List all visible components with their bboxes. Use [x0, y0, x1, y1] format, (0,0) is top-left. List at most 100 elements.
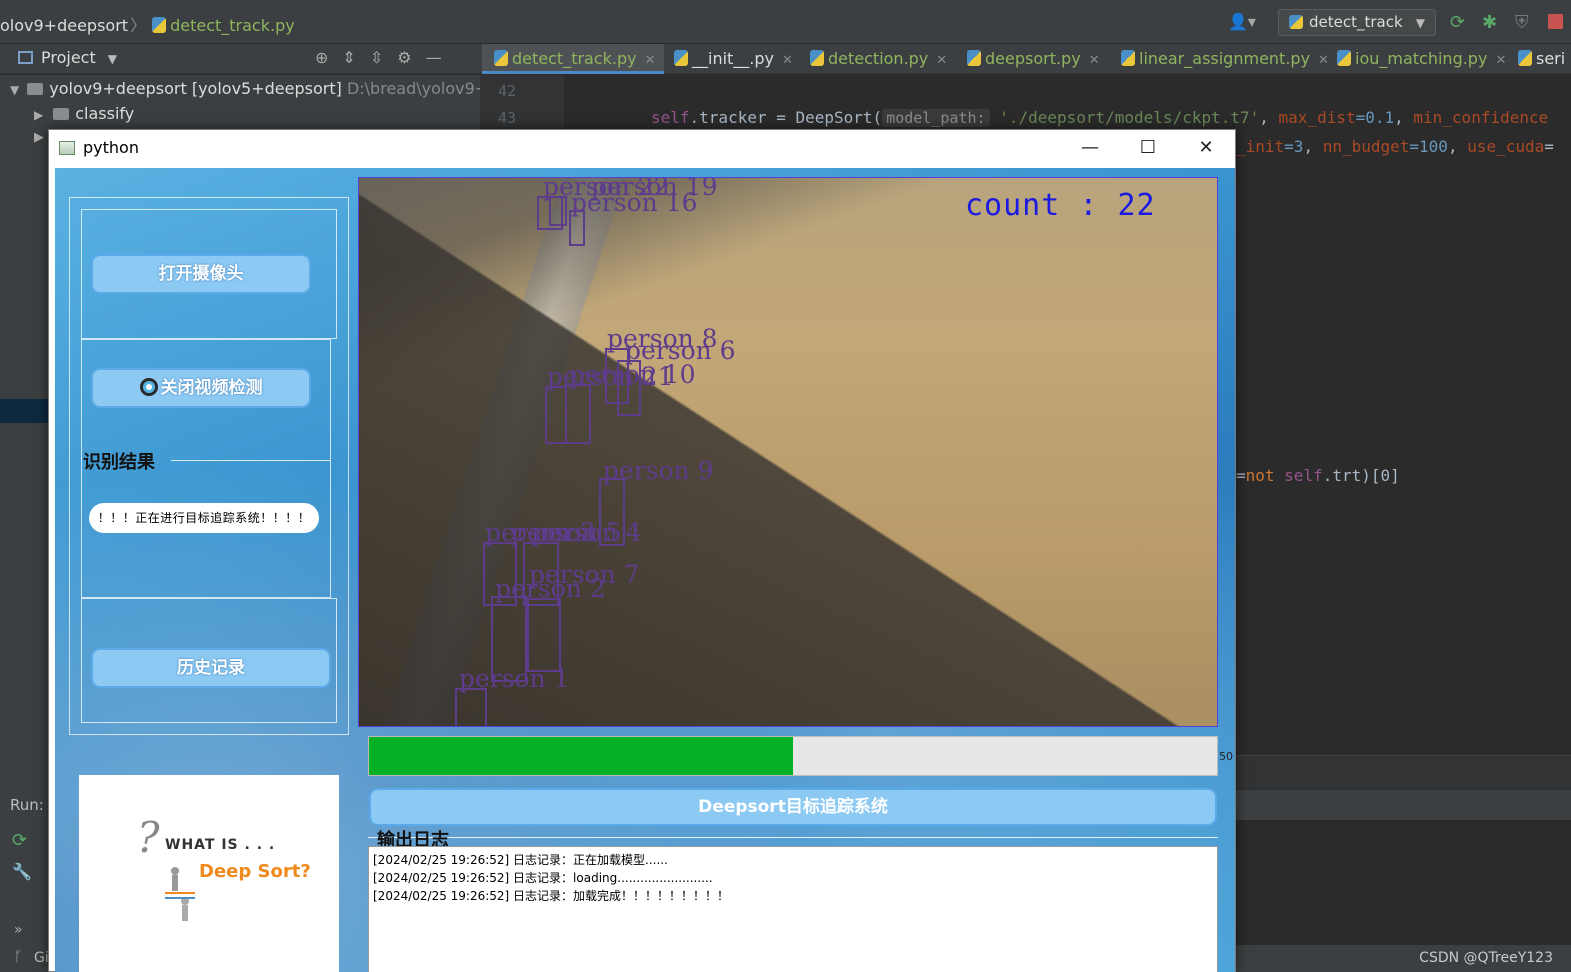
folder-icon	[27, 83, 44, 95]
tab-init[interactable]: __init__.py ✕	[662, 44, 801, 74]
system-title-banner[interactable]: Deepsort目标追踪系统	[369, 788, 1217, 826]
minimize-button[interactable]: —	[1067, 134, 1113, 162]
result-group-title: 识别结果	[83, 452, 155, 473]
button-label: 关闭视频检测	[160, 378, 263, 398]
tab-seri[interactable]: seri	[1506, 44, 1571, 74]
progress-bar	[368, 736, 1218, 776]
param-hint: model_path:	[882, 109, 990, 127]
tree-root[interactable]: ▼ yolov9+deepsort [yolov5+deepsort] D:\br…	[10, 79, 508, 98]
tab-label: seri	[1536, 49, 1566, 68]
close-icon[interactable]: ✕	[1495, 53, 1506, 68]
code-token: self	[1284, 466, 1323, 485]
window-title-bar[interactable]: python — ☐ ✕	[49, 130, 1235, 166]
git-branch-icon[interactable]: ᚴ	[14, 949, 22, 965]
close-icon[interactable]: ✕	[645, 53, 656, 68]
tab-deepsort[interactable]: deepsort.py ✕	[955, 44, 1108, 74]
run-config-dropdown[interactable]: detect_track ▼	[1278, 9, 1436, 36]
tool-tab-bar: Project ▼ ⊕⇕⇳⚙— detect_track.py ✕ __init__…	[0, 44, 1571, 74]
python-file-icon	[1518, 50, 1532, 66]
bounding-box	[565, 384, 591, 444]
rerun-icon[interactable]: ⟳	[12, 830, 27, 851]
rerun-icon[interactable]: ⟳	[1450, 12, 1465, 33]
run-config-label: detect_track	[1309, 13, 1403, 31]
locate-icon[interactable]: ⊕	[315, 48, 342, 67]
detection-label: person 16	[571, 188, 698, 217]
detection-label: person 5	[511, 518, 622, 547]
bounding-box	[455, 688, 487, 726]
project-panel-icon	[18, 51, 33, 64]
close-video-detection-button[interactable]: 关闭视频检测	[91, 368, 311, 408]
code-token: =	[1236, 466, 1246, 485]
run-label: Run:	[10, 796, 44, 814]
close-icon[interactable]: ✕	[1089, 53, 1100, 68]
python-file-icon	[674, 50, 688, 66]
wrench-icon[interactable]: 🔧	[12, 862, 32, 881]
project-tool-window-tab[interactable]: Project ▼	[18, 48, 117, 67]
code-token: .tracker = DeepSort(	[689, 108, 883, 127]
code-line-44: _init=3, nn_budget=100, use_cuda=	[1236, 137, 1554, 156]
tree-item-classify[interactable]: ▶ classify	[34, 104, 134, 123]
close-button[interactable]: ✕	[1183, 134, 1229, 162]
code-token: self	[651, 108, 690, 127]
code-token: not	[1245, 466, 1285, 485]
code-token: max_dist	[1278, 108, 1356, 127]
object-count-label: count : 22	[965, 188, 1156, 223]
editor-split-strip	[1236, 755, 1571, 789]
open-camera-button[interactable]: 打开摄像头	[91, 254, 311, 294]
editor-gutter	[480, 75, 564, 135]
tab-label: detection.py	[828, 49, 929, 68]
tab-linear-assignment[interactable]: linear_assignment.py ✕	[1109, 44, 1337, 74]
app-window-icon	[59, 141, 75, 155]
chevron-right-icon[interactable]: ▶	[34, 108, 43, 122]
tab-label: __init__.py	[692, 49, 775, 68]
log-line: [2024/02/25 19:26:52] 日志记录：正在加载模型......	[373, 853, 668, 867]
detection-label: person 10	[569, 360, 696, 389]
hide-icon[interactable]: —	[426, 48, 456, 67]
tab-label: linear_assignment.py	[1139, 49, 1311, 68]
coverage-shield-icon[interactable]: ⛨	[1515, 12, 1529, 33]
breadcrumb: olov9+deepsort 〉 detect_track.py	[0, 12, 295, 36]
log-output-textarea[interactable]: [2024/02/25 19:26:52] 日志记录：正在加载模型...... …	[368, 846, 1218, 972]
history-button[interactable]: 历史记录	[91, 648, 331, 688]
breadcrumb-project[interactable]: olov9+deepsort	[0, 16, 128, 35]
code-token: ,	[1394, 108, 1414, 127]
python-file-icon	[810, 50, 824, 66]
logo-text-what-is: WHAT IS . . .	[165, 837, 276, 853]
code-token: use_cuda	[1467, 137, 1545, 156]
breadcrumb-file[interactable]: detect_track.py	[170, 16, 295, 35]
expand-all-icon[interactable]: ⇕	[342, 48, 369, 67]
more-icon[interactable]: »	[14, 922, 23, 938]
git-tab-label[interactable]: Gi	[34, 950, 49, 966]
debug-bug-icon[interactable]: ✱	[1482, 12, 1497, 33]
progress-value-text: 50	[1219, 750, 1233, 763]
code-token: nn_budget	[1322, 137, 1410, 156]
code-token: .trt)[0]	[1322, 466, 1400, 485]
log-line: [2024/02/25 19:26:52] 日志记录：loading......…	[373, 871, 713, 885]
close-icon[interactable]: ✕	[782, 53, 793, 68]
selected-tree-row	[0, 399, 48, 423]
code-token: ,	[1303, 137, 1323, 156]
chevron-down-icon: ▼	[107, 52, 117, 66]
chevron-down-icon[interactable]: ▼	[10, 83, 19, 97]
code-token: =0.1	[1355, 108, 1395, 127]
window-title: python	[83, 138, 139, 157]
code-line-43: self.tracker = DeepSort(model_path: './d…	[651, 108, 1548, 127]
tab-label: iou_matching.py	[1355, 49, 1488, 68]
maximize-button[interactable]: ☐	[1125, 134, 1171, 162]
chevron-right-icon[interactable]: ▶	[34, 130, 44, 145]
stop-icon[interactable]	[1548, 14, 1563, 29]
close-icon[interactable]: ✕	[936, 53, 947, 68]
webcam-icon	[139, 378, 158, 396]
folder-icon	[53, 108, 70, 120]
tab-iou-matching[interactable]: iou_matching.py ✕	[1325, 44, 1514, 74]
tab-label: detect_track.py	[512, 49, 637, 68]
tab-detect-track[interactable]: detect_track.py ✕	[482, 44, 664, 74]
tab-detection[interactable]: detection.py ✕	[798, 44, 955, 74]
gear-icon[interactable]: ⚙	[397, 48, 425, 67]
python-file-icon	[1337, 50, 1351, 66]
chevron-down-icon: ▼	[1415, 16, 1425, 30]
user-account-icon[interactable]: 👤▾	[1228, 12, 1256, 31]
code-token: min_confidence	[1413, 108, 1549, 127]
collapse-all-icon[interactable]: ⇳	[370, 48, 397, 67]
shadow-region	[359, 178, 1217, 726]
